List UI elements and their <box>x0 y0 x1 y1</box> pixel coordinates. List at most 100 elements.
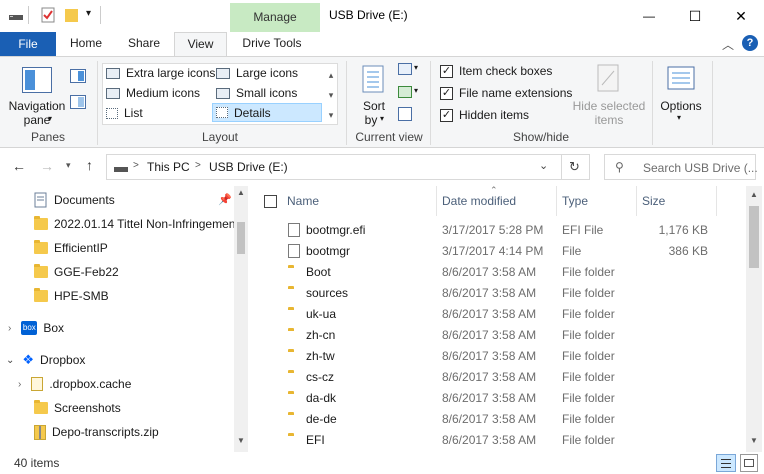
nav-item-gge-feb22[interactable]: GGE-Feb22 <box>0 260 234 284</box>
chevron-down-icon: ▾ <box>677 113 682 122</box>
file-row[interactable]: EFI 8/6/2017 3:58 AM File folder <box>252 430 746 451</box>
file-name: cs-cz <box>306 370 334 384</box>
item-check-boxes-checkbox[interactable]: ✓ <box>440 64 453 78</box>
add-columns-icon[interactable] <box>398 86 412 98</box>
file-name-extensions-checkbox[interactable]: ✓ <box>440 86 453 100</box>
layout-details[interactable]: Details <box>212 103 322 122</box>
expand-chevron-icon[interactable]: › <box>18 379 21 390</box>
nav-item-screenshots[interactable]: Screenshots <box>0 396 234 420</box>
nav-item-dropbox[interactable]: ⌄ ❖ Dropbox <box>0 348 234 372</box>
layout-scroll[interactable]: ▴ ▾ ▾ <box>326 65 336 125</box>
expand-chevron-icon[interactable]: › <box>8 323 11 334</box>
file-row[interactable]: cs-cz 8/6/2017 3:58 AM File folder <box>252 367 746 388</box>
tab-view[interactable]: View <box>174 32 227 57</box>
file-row[interactable]: zh-cn 8/6/2017 3:58 AM File folder <box>252 325 746 346</box>
file-row[interactable]: Boot 8/6/2017 3:58 AM File folder <box>252 262 746 283</box>
tab-file[interactable]: File <box>0 32 56 56</box>
size-columns-icon[interactable] <box>398 107 412 121</box>
column-header-size[interactable]: Size <box>642 194 665 208</box>
close-button[interactable]: ✕ <box>718 0 764 32</box>
nav-item-documents[interactable]: Documents 📌 <box>0 188 234 212</box>
hidden-items-option[interactable]: ✓ Hidden items <box>440 108 529 122</box>
forward-icon[interactable]: → <box>40 158 54 174</box>
minimize-button[interactable]: — <box>626 0 672 32</box>
layout-list[interactable]: List <box>106 106 143 120</box>
recent-locations-icon[interactable]: ▾ <box>66 160 71 171</box>
sort-by-button[interactable]: Sort by ▾ <box>356 61 392 127</box>
new-folder-icon[interactable] <box>64 7 80 23</box>
search-input[interactable]: ⚲ Search USB Drive (... <box>604 154 758 180</box>
collapse-ribbon-icon[interactable]: ︿ <box>722 36 734 53</box>
tab-drive-tools[interactable]: Drive Tools <box>230 32 314 56</box>
file-type: File folder <box>562 412 615 426</box>
file-row[interactable]: bootmgr 3/17/2017 4:14 PM File 386 KB <box>252 241 746 262</box>
current-view-group-label: Current view <box>355 130 423 144</box>
layout-medium-icons[interactable]: Medium icons <box>106 86 200 100</box>
details-pane-icon[interactable] <box>70 95 86 109</box>
file-row[interactable]: da-dk 8/6/2017 3:58 AM File folder <box>252 388 746 409</box>
large-icons-view-icon[interactable] <box>740 454 758 472</box>
back-icon[interactable]: ← <box>12 158 26 174</box>
options-button[interactable]: Options ▾ <box>656 61 706 127</box>
address-bar[interactable]: > This PC > USB Drive (E:) ⌄ <box>106 154 562 180</box>
properties-icon[interactable] <box>40 7 56 23</box>
divider <box>636 186 637 216</box>
file-list-scrollbar[interactable]: ▲ ▼ <box>746 186 762 452</box>
address-history-chevron-icon[interactable]: ⌄ <box>539 159 548 172</box>
nav-item-label: .dropbox.cache <box>49 377 132 391</box>
scroll-down-icon[interactable]: ▼ <box>750 436 758 445</box>
hide-selected-items-button[interactable]: Hide selected items <box>572 61 646 127</box>
customize-quick-access-icon[interactable]: ▾ <box>86 8 91 19</box>
file-date: 8/6/2017 3:58 AM <box>442 370 537 384</box>
refresh-button[interactable]: ↻ <box>562 154 590 180</box>
scroll-up-icon[interactable]: ▲ <box>237 188 245 197</box>
nav-item-tittel[interactable]: 2022.01.14 Tittel Non-Infringemen <box>0 212 234 236</box>
select-all-checkbox[interactable] <box>264 195 277 208</box>
up-icon[interactable]: ↑ <box>86 157 93 173</box>
scroll-up-icon[interactable]: ▲ <box>750 190 758 199</box>
tab-share[interactable]: Share <box>118 32 170 56</box>
nav-item-label: GGE-Feb22 <box>54 265 119 279</box>
layout-extra-large-icons[interactable]: Extra large icons <box>106 66 215 80</box>
navigation-pane-button[interactable]: Navigation pane ▾ <box>8 61 66 129</box>
column-header-type[interactable]: Type <box>562 194 588 208</box>
details-view-icon[interactable] <box>716 454 736 472</box>
breadcrumb-usb-drive[interactable]: USB Drive (E:) <box>209 160 288 174</box>
pin-icon[interactable]: 📌 <box>218 193 232 206</box>
nav-item-efficientip[interactable]: EfficientIP <box>0 236 234 260</box>
item-check-boxes-option[interactable]: ✓ Item check boxes <box>440 64 552 78</box>
file-row[interactable]: de-de 8/6/2017 3:58 AM File folder <box>252 409 746 430</box>
nav-item-hpe-smb[interactable]: HPE-SMB <box>0 284 234 308</box>
hide-selected-label: Hide selected <box>572 99 646 113</box>
file-row[interactable]: uk-ua 8/6/2017 3:58 AM File folder <box>252 304 746 325</box>
hidden-items-checkbox[interactable]: ✓ <box>440 108 453 122</box>
layout-small-icons[interactable]: Small icons <box>216 86 297 100</box>
scroll-down-icon[interactable]: ▼ <box>237 436 245 445</box>
nav-item-depo-transcripts[interactable]: Depo-transcripts.zip <box>0 420 234 444</box>
nav-item-box[interactable]: › box Box <box>0 316 234 340</box>
file-row[interactable]: bootmgr.efi 3/17/2017 5:28 PM EFI File 1… <box>252 220 746 241</box>
layout-large-icons[interactable]: Large icons <box>216 66 298 80</box>
nav-scrollbar[interactable]: ▲ ▼ <box>234 186 248 452</box>
nav-item-label: Screenshots <box>54 401 121 415</box>
nav-item-dropbox-cache[interactable]: › .dropbox.cache <box>0 372 234 396</box>
file-list-scroll-thumb[interactable] <box>749 206 759 268</box>
divider <box>97 61 98 145</box>
group-by-icon[interactable] <box>398 63 412 75</box>
file-type: File folder <box>562 328 615 342</box>
maximize-button[interactable]: ☐ <box>672 0 718 32</box>
column-header-name[interactable]: Name <box>287 194 319 208</box>
help-icon[interactable]: ? <box>742 35 758 51</box>
tab-home[interactable]: Home <box>60 32 112 56</box>
file-type: File folder <box>562 286 615 300</box>
file-name-extensions-option[interactable]: ✓ File name extensions <box>440 86 572 100</box>
nav-scroll-thumb[interactable] <box>237 222 245 254</box>
collapse-chevron-icon[interactable]: ⌄ <box>6 355 14 366</box>
minimize-icon: — <box>643 9 655 23</box>
breadcrumb-this-pc[interactable]: This PC <box>147 160 190 174</box>
preview-pane-icon[interactable] <box>70 69 86 83</box>
column-header-date-modified[interactable]: Date modified <box>442 194 516 208</box>
file-row[interactable]: sources 8/6/2017 3:58 AM File folder <box>252 283 746 304</box>
manage-tab[interactable]: Manage <box>230 3 320 32</box>
file-row[interactable]: zh-tw 8/6/2017 3:58 AM File folder <box>252 346 746 367</box>
